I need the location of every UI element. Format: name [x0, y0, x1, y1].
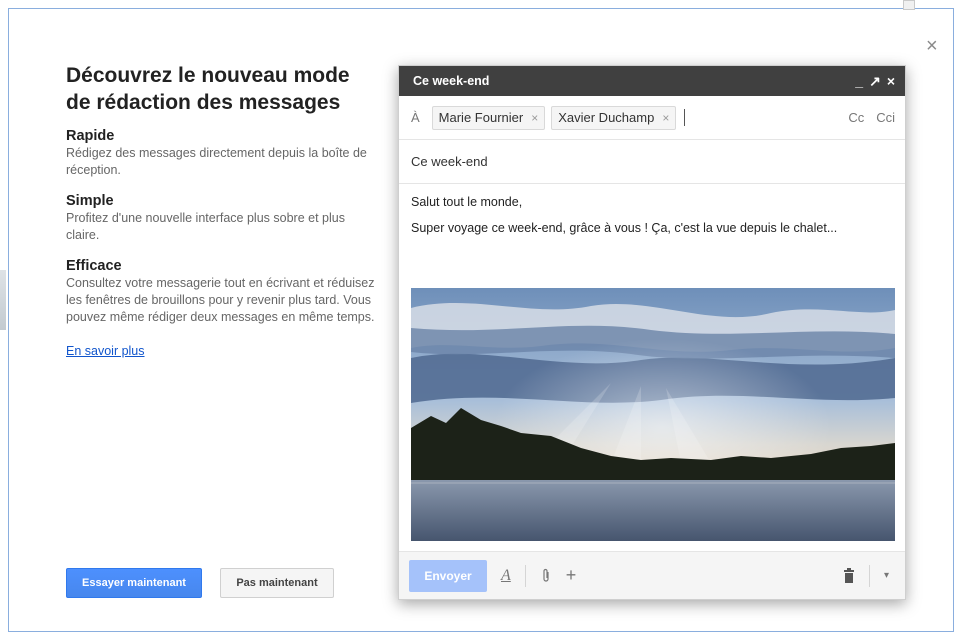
compose-window: Ce week-end _ ↗ × À Marie Fournier × Xav… [398, 65, 906, 600]
bcc-link[interactable]: Cci [876, 110, 895, 125]
message-body[interactable]: Salut tout le monde, Super voyage ce wee… [399, 184, 905, 236]
recipient-name: Xavier Duchamp [558, 110, 655, 125]
inline-photo [411, 288, 895, 541]
chevron-down-icon[interactable]: ▾ [884, 570, 889, 581]
feature-efficace: Efficace Consultez votre messagerie tout… [66, 258, 378, 326]
intro-headline: Découvrez le nouveau mode de rédaction d… [66, 64, 350, 114]
feature-title: Simple [66, 193, 114, 209]
compose-toolbar: Envoyer A + ▾ [399, 551, 905, 599]
feature-title: Efficace [66, 258, 122, 274]
feature-simple: Simple Profitez d'une nouvelle interface… [66, 193, 378, 244]
toolbar-divider [524, 564, 526, 587]
cc-links: Cc Cci [848, 110, 895, 125]
try-now-button[interactable]: Essayer maintenant [66, 568, 202, 598]
close-icon[interactable]: × [887, 73, 895, 90]
toolbar-divider [868, 564, 870, 587]
recipient-name: Marie Fournier [438, 110, 524, 125]
compose-title: Ce week-end [413, 74, 490, 88]
feature-text: Profitez d'une nouvelle interface plus s… [66, 211, 345, 242]
compose-header: Ce week-end _ ↗ × [399, 66, 905, 96]
feature-text: Consultez votre messagerie tout en écriv… [66, 276, 375, 324]
remove-recipient-icon[interactable]: × [531, 111, 538, 125]
text-cursor [684, 109, 686, 126]
minimize-icon[interactable]: _ [855, 73, 863, 90]
to-label: À [411, 110, 420, 125]
paperclip-icon[interactable] [540, 568, 552, 584]
recipient-chip[interactable]: Xavier Duchamp × [551, 105, 677, 130]
toolbar-right: ▾ [843, 564, 895, 587]
popout-icon[interactable]: ↗ [869, 73, 881, 90]
recipient-chip[interactable]: Marie Fournier × [431, 105, 546, 130]
plus-icon[interactable]: + [566, 565, 577, 586]
background-window-edge [0, 270, 6, 330]
cc-link[interactable]: Cc [848, 110, 864, 125]
body-line: Salut tout le monde, [411, 195, 523, 209]
feature-rapide: Rapide Rédigez des messages directement … [66, 128, 378, 179]
to-row[interactable]: À Marie Fournier × Xavier Duchamp × Cc C… [399, 96, 905, 140]
window-controls: _ ↗ × [855, 73, 895, 90]
trash-icon[interactable] [843, 568, 855, 583]
learn-more-link[interactable]: En savoir plus [66, 344, 145, 358]
format-text-icon[interactable]: A [501, 567, 511, 585]
background-icon [903, 0, 915, 10]
intro-panel: Découvrez le nouveau mode de rédaction d… [66, 62, 378, 360]
subject-field[interactable]: Ce week-end [399, 140, 905, 184]
not-now-button[interactable]: Pas maintenant [220, 568, 334, 598]
feature-title: Rapide [66, 128, 115, 144]
dialog-close-icon[interactable]: × [926, 36, 938, 56]
feature-text: Rédigez des messages directement depuis … [66, 146, 367, 177]
body-line: Super voyage ce week-end, grâce à vous !… [411, 221, 838, 235]
remove-recipient-icon[interactable]: × [662, 111, 669, 125]
send-button[interactable]: Envoyer [409, 559, 487, 592]
